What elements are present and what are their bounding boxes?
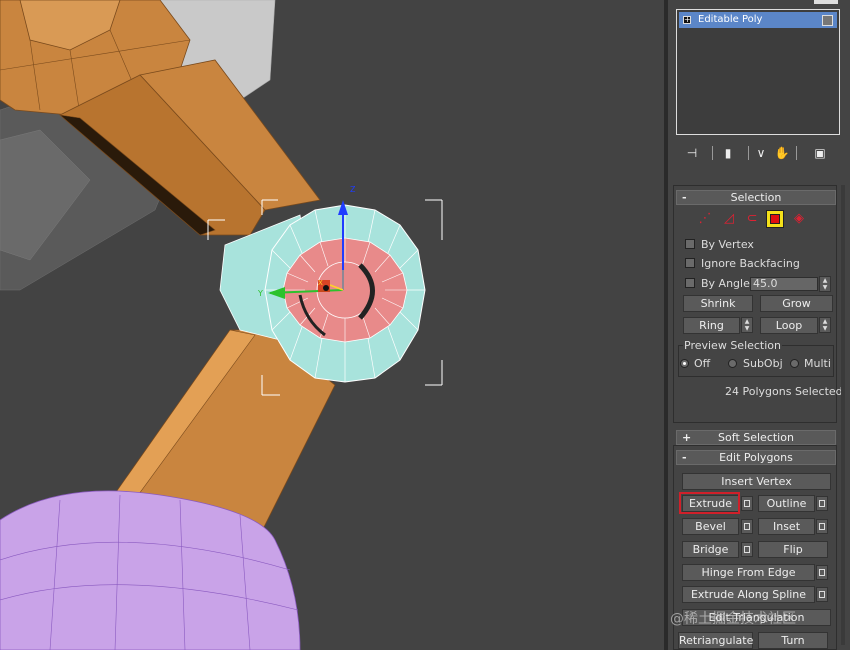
command-panel: + Editable Poly ⊣ ▮ ∨ ✋ ▣ - Selection ⋰ … [668,0,850,650]
ring-button[interactable]: Ring [683,317,740,334]
polygon-icon[interactable] [766,210,784,228]
outline-button[interactable]: Outline [758,495,815,512]
collapse-toggle: - [682,191,687,204]
preview-multi-label: Multi [804,357,831,370]
border-icon[interactable]: ⊂ [743,210,761,228]
angle-field[interactable]: 45.0 [750,277,818,291]
preview-subobj-label: SubObj [743,357,783,370]
hinge-from-edge-button[interactable]: Hinge From Edge [682,564,815,581]
edge-icon[interactable]: ◿ [720,210,738,228]
loop-button[interactable]: Loop [760,317,818,334]
toolbar-separator [796,146,797,160]
polygon-square [770,214,780,224]
preview-off-label: Off [694,357,711,370]
inset-settings-button[interactable] [816,519,828,534]
soft-selection-rollout-header[interactable]: + Soft Selection [676,430,836,445]
selection-rollout-header[interactable]: - Selection [676,190,836,205]
expand-icon[interactable]: + [683,16,691,24]
bridge-settings-button[interactable] [741,542,753,557]
pin-stack-icon[interactable]: ⊣ [684,145,700,161]
retriangulate-button[interactable]: Retriangulate [678,632,753,649]
preview-off-radio[interactable] [680,359,689,368]
bevel-button[interactable]: Bevel [682,518,739,535]
shrink-button[interactable]: Shrink [683,295,753,312]
insert-vertex-button[interactable]: Insert Vertex [682,473,831,490]
viewport-scene: Z Y X [0,0,443,650]
bridge-button[interactable]: Bridge [682,541,739,558]
hinge-settings-button[interactable] [816,565,828,580]
panel-scrollbar[interactable] [841,185,845,645]
ignore-backfacing-label: Ignore Backfacing [701,257,800,270]
ring-spinner[interactable]: ▲ ▼ [741,317,753,333]
gizmo-y-label: Y [257,289,263,298]
show-end-result-icon[interactable]: ▮ [720,145,736,161]
preview-subobj-radio[interactable] [728,359,737,368]
selection-status: 24 Polygons Selected [725,385,843,398]
gizmo-x-label: X [318,279,323,287]
ignore-backfacing-checkbox[interactable] [685,258,695,268]
bevel-settings-button[interactable] [741,519,753,534]
toolbar-separator [748,146,749,160]
extrude-settings-button[interactable] [741,496,753,511]
turn-button[interactable]: Turn [758,632,828,649]
watermark-text: @稀土掘金技术社区 [670,611,796,627]
rollout-title: Soft Selection [718,431,794,444]
stack-toolbar: ⊣ ▮ ∨ ✋ ▣ [676,143,842,163]
configure-modifier-sets-icon[interactable]: ▣ [812,145,828,161]
by-angle-label: By Angle: [701,277,754,290]
modifier-toggle[interactable] [822,15,833,26]
color-swatch[interactable] [814,0,838,4]
grow-button[interactable]: Grow [760,295,833,312]
3d-viewport[interactable]: Z Y X [0,0,664,650]
modifier-item-editable-poly[interactable]: + Editable Poly [679,12,837,28]
flip-button[interactable]: Flip [758,541,828,558]
extrude-along-spline-button[interactable]: Extrude Along Spline [682,586,815,603]
gizmo-z-label: Z [350,185,356,194]
preview-selection-label: Preview Selection [683,339,783,352]
extrude-highlight [679,492,740,514]
toolbar-separator [712,146,713,160]
element-icon[interactable]: ◈ [790,210,808,228]
make-unique-icon[interactable]: ∨ [753,145,769,161]
rollout-title: Selection [730,191,782,204]
by-vertex-checkbox[interactable] [685,239,695,249]
expand-toggle: + [682,431,692,444]
inset-button[interactable]: Inset [758,518,815,535]
rollout-title: Edit Polygons [719,451,793,464]
vertex-icon[interactable]: ⋰ [696,210,714,228]
remove-modifier-icon[interactable]: ✋ [774,145,790,161]
by-angle-checkbox[interactable] [685,278,695,288]
modifier-label: Editable Poly [698,14,763,25]
outline-settings-button[interactable] [816,496,828,511]
edit-polygons-rollout-header[interactable]: - Edit Polygons [676,450,836,465]
loop-spinner[interactable]: ▲ ▼ [819,317,831,333]
by-vertex-label: By Vertex [701,238,754,251]
angle-spinner[interactable]: ▲ ▼ [819,276,831,292]
preview-multi-radio[interactable] [790,359,799,368]
modifier-stack[interactable]: + Editable Poly [676,9,840,135]
collapse-toggle: - [682,451,687,464]
extrude-along-spline-settings-button[interactable] [816,587,828,602]
